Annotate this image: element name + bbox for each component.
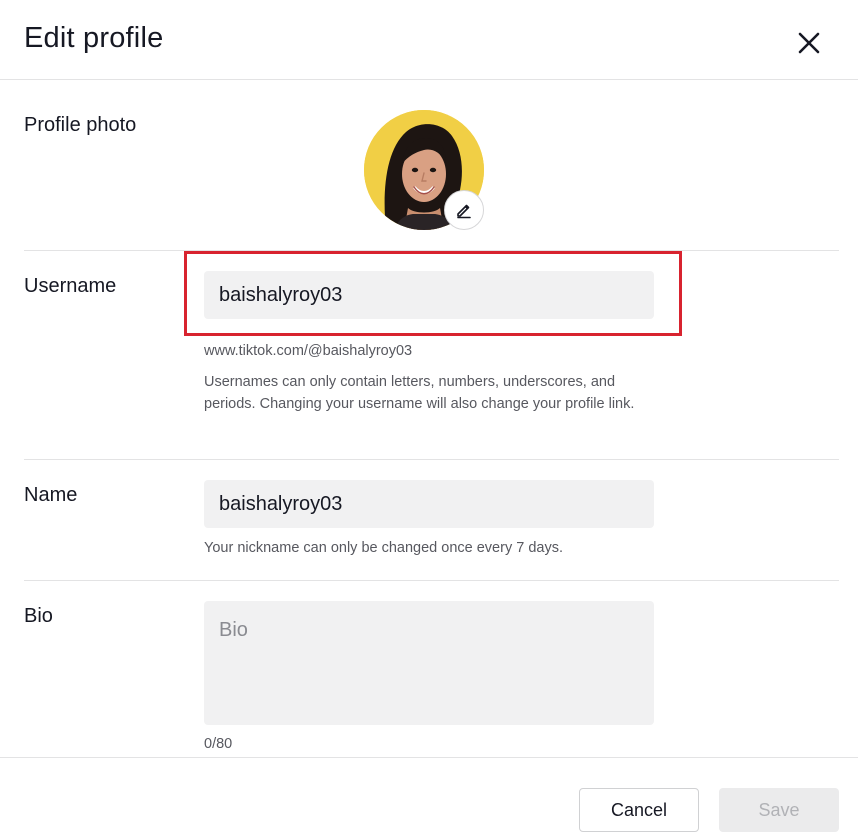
name-hint: Your nickname can only be changed once e… [204,540,563,556]
close-button[interactable] [792,26,826,60]
bio-char-count: 0/80 [204,736,233,752]
divider [24,459,839,460]
avatar-container [364,110,484,230]
page-title: Edit profile [24,22,164,54]
close-icon [798,32,820,54]
username-highlight-box [184,251,682,336]
profile-photo-label: Profile photo [24,114,137,136]
username-url: www.tiktok.com/@baishalyroy03 [204,343,413,359]
username-description: Usernames can only contain letters, numb… [204,374,635,412]
footer-divider [0,757,858,758]
bio-label: Bio [24,605,53,627]
bio-textarea[interactable]: Bio [204,601,654,725]
edit-photo-button[interactable] [444,190,484,230]
save-button[interactable]: Save [719,788,839,832]
username-label: Username [24,275,117,297]
dialog-header: Edit profile [0,0,858,80]
cancel-button[interactable]: Cancel [579,788,699,832]
divider [24,580,839,581]
name-input[interactable]: baishalyroy03 [204,480,654,528]
pencil-icon [457,204,471,219]
name-label: Name [24,484,78,506]
